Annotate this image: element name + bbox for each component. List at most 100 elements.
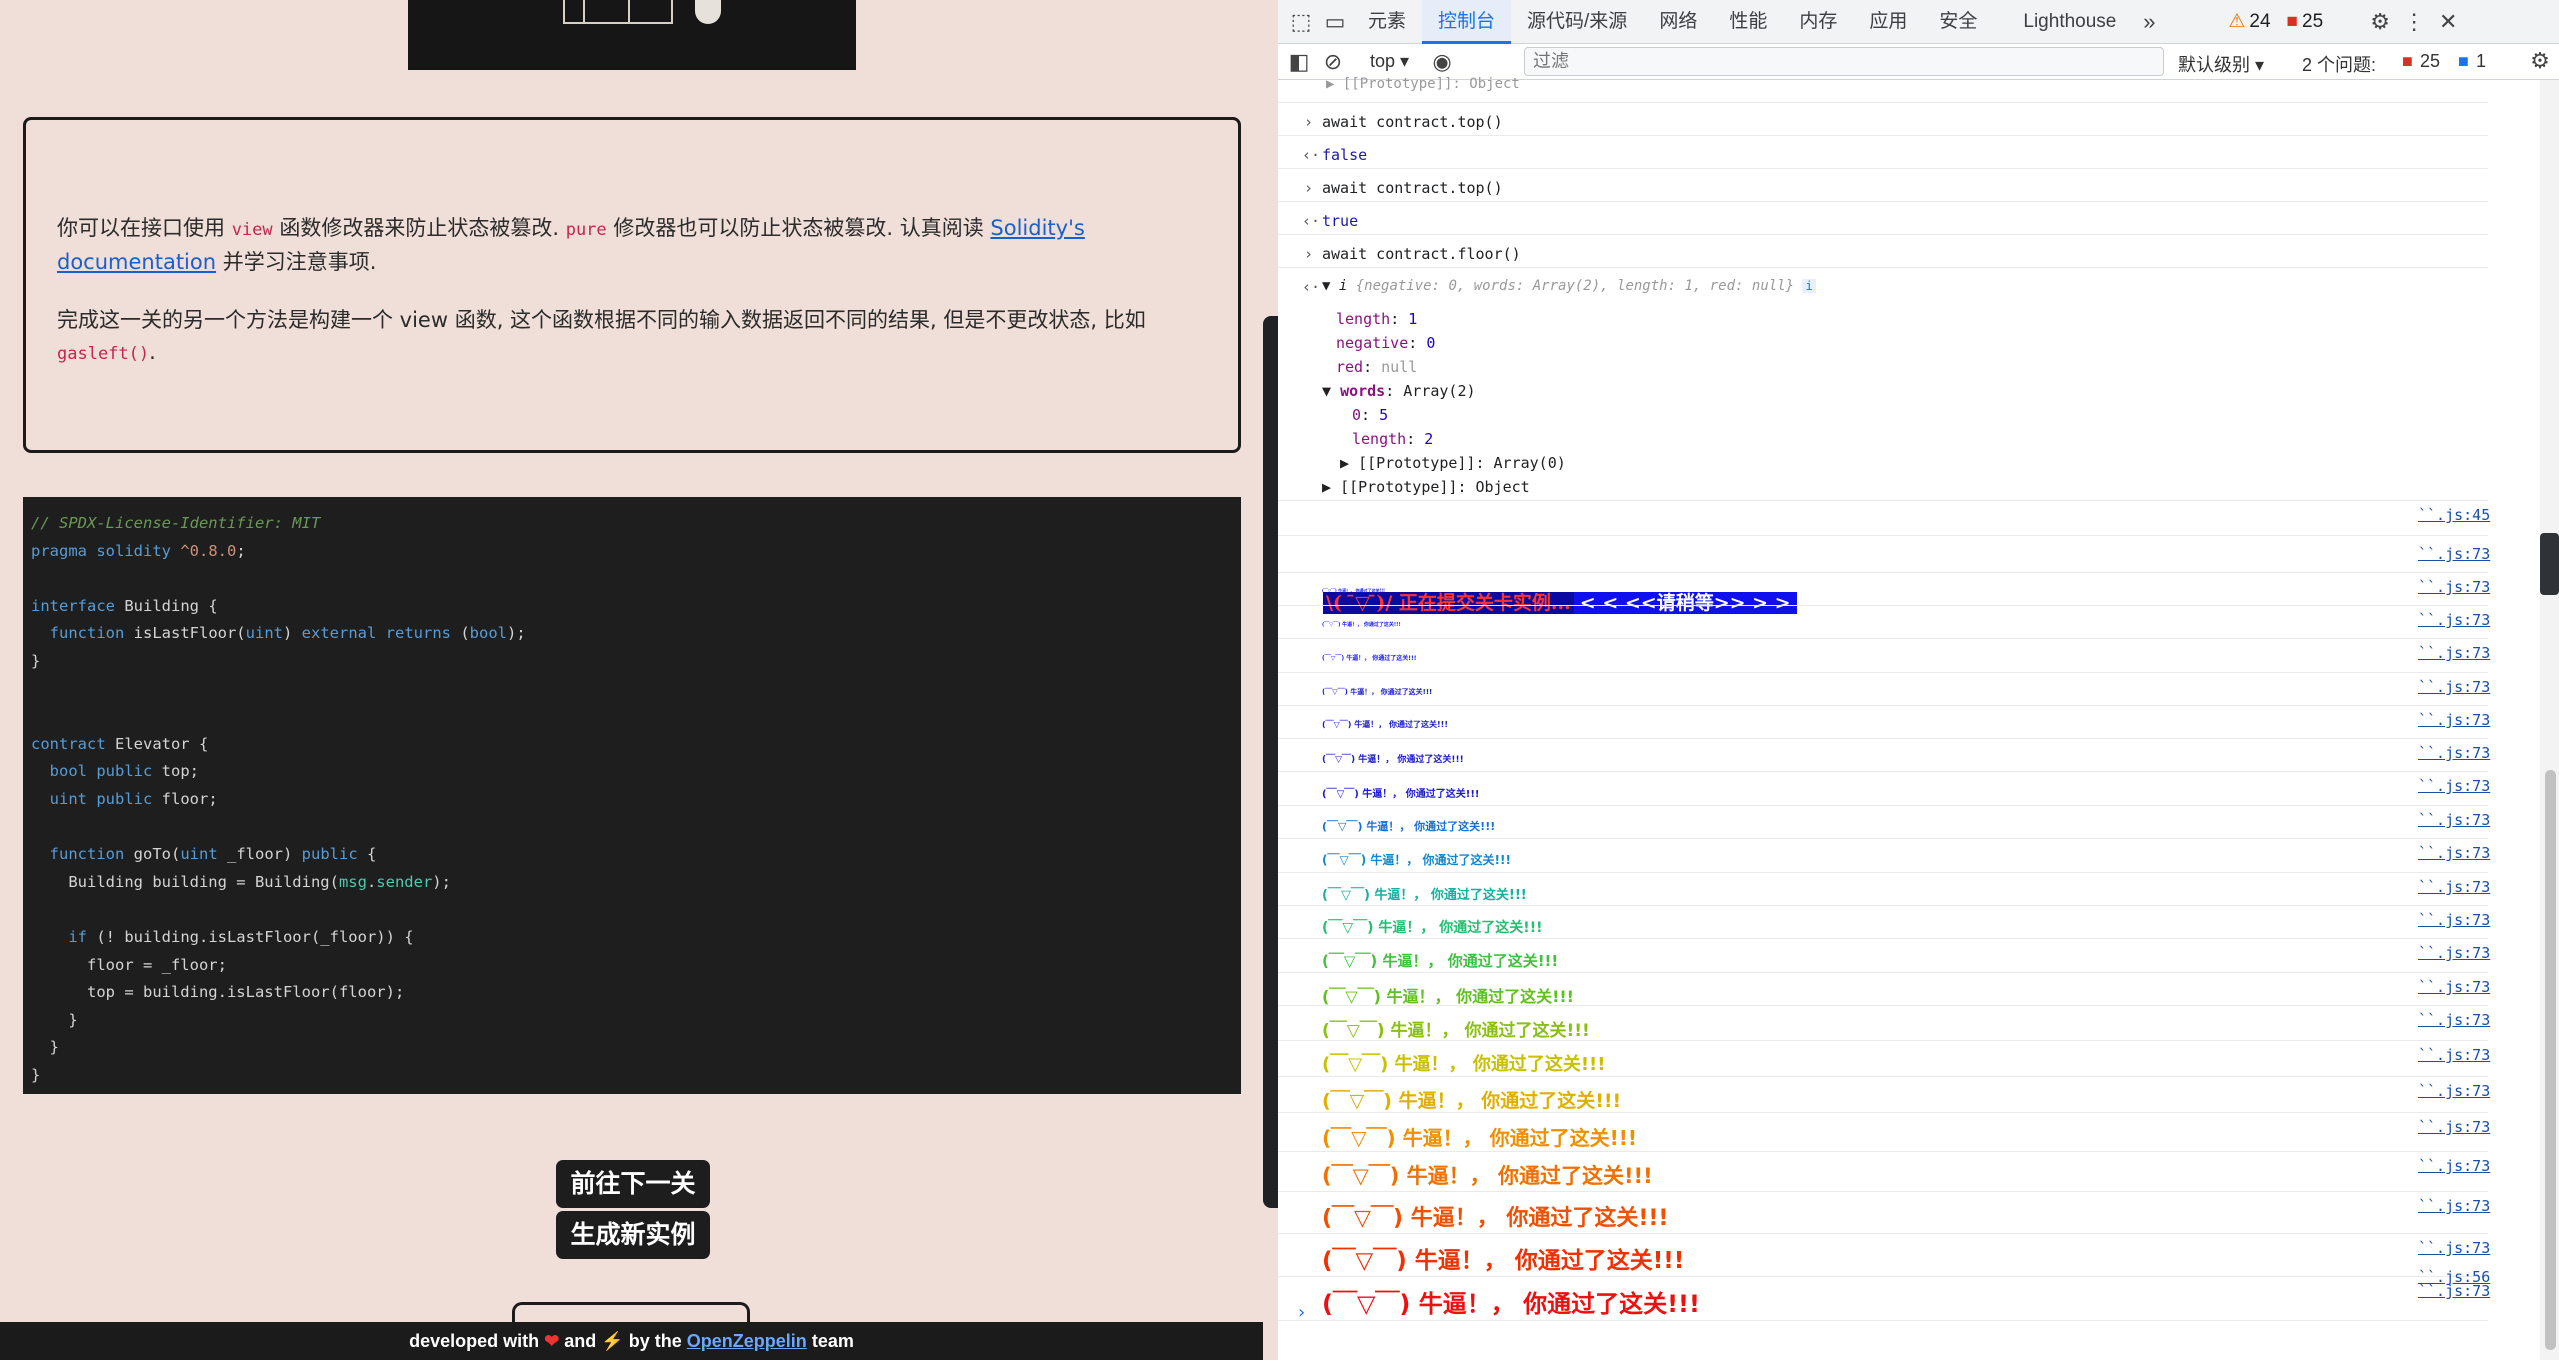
celebration-message: (￣▽￣) 牛逼！， 你通过了这关!!! [1322, 852, 1511, 867]
proto-object-line[interactable]: ▶ [[Prototype]]: Object [1322, 478, 1530, 496]
sidebar-toggle-icon[interactable]: ◧ [1282, 47, 1316, 77]
lightning-icon: ⚡ [601, 1331, 624, 1351]
tab-elements[interactable]: 元素 [1352, 0, 1422, 44]
warning-count[interactable]: 24 [2249, 11, 2270, 33]
celebration-message: (￣▽￣) 牛逼！， 你通过了这关!!! [1322, 755, 1464, 765]
submitting-banner: \( ̄▽ ̄)/ 正在提交关卡实例... < < <<请稍等>> > > [1323, 588, 1797, 618]
source-link[interactable]: ``.js:73 [2418, 1197, 2490, 1215]
proto-object-line[interactable]: ▶ [[Prototype]]: Object [1326, 76, 1520, 92]
inspect-icon[interactable]: ⬚ [1284, 7, 1318, 37]
source-link[interactable]: ``.js:73 [2418, 878, 2490, 896]
kebab-menu-icon[interactable]: ⋮ [2397, 7, 2431, 37]
words-item-0: 0: 5 [1352, 406, 1389, 424]
code-line: function goTo(uint _floor) public { [49, 845, 377, 864]
code-line: uint public floor; [49, 789, 218, 808]
heart-icon: ❤ [544, 1331, 560, 1351]
source-link[interactable]: ``.js:45 [2418, 506, 2490, 524]
close-icon[interactable]: ✕ [2431, 7, 2465, 37]
source-link[interactable]: ``.js:73 [2418, 1118, 2490, 1136]
code-line: floor = _floor; [31, 955, 227, 974]
tab-performance[interactable]: 性能 [1713, 0, 1783, 44]
source-link[interactable]: ``.js:73 [2418, 911, 2490, 929]
settings-gear-icon[interactable]: ⚙ [2363, 7, 2397, 37]
page-scrollbar[interactable] [1263, 316, 1278, 1208]
input-prompt-icon: › [1304, 113, 1314, 131]
celebration-message: (￣▽￣) 牛逼！， 你通过了这关!!! [1322, 888, 1527, 904]
eye-icon[interactable]: ◉ [1425, 47, 1459, 77]
source-link[interactable]: ``.js:73 [2418, 1239, 2490, 1257]
source-link[interactable]: ``.js:56 [2418, 1268, 2490, 1286]
description-paragraph-1: 你可以在接口使用 view 函数修改器来防止状态被篡改. pure 修改器也可以… [57, 216, 1085, 274]
tab-console[interactable]: 控制台 [1422, 0, 1512, 44]
issues-error-icon[interactable]: ■ [2402, 51, 2413, 72]
code-line: // SPDX-License-Identifier: MIT [31, 514, 321, 532]
issues-label[interactable]: 2 个问题: [2302, 51, 2376, 77]
source-link[interactable]: ``.js:73 [2418, 545, 2490, 563]
console-output: ▶ [[Prototype]]: Object › await contract… [1278, 76, 2540, 1360]
openzeppelin-link[interactable]: OpenZeppelin [687, 1331, 807, 1351]
tab-security[interactable]: 安全 [1923, 0, 1993, 44]
object-property: negative: 0 [1336, 334, 1436, 352]
error-icon[interactable]: ■ [2287, 11, 2298, 33]
tab-application[interactable]: 应用 [1853, 0, 1923, 44]
code-line: if (! building.isLastFloor(_floor)) { [68, 927, 414, 946]
celebration-message: (￣▽￣) 牛逼！， 你通过了这关!!! [1322, 655, 1417, 663]
source-link[interactable]: ``.js:73 [2418, 644, 2490, 662]
console-filter-input[interactable] [1524, 47, 2164, 76]
celebration-message: (￣▽￣) 牛逼！， 你通过了这关!!! [1322, 951, 1559, 970]
next-level-button[interactable]: 前往下一关 [556, 1160, 710, 1208]
source-link[interactable]: ``.js:73 [2418, 978, 2490, 996]
new-instance-button[interactable]: 生成新实例 [556, 1211, 710, 1259]
tab-lighthouse[interactable]: Lighthouse [1993, 0, 2132, 44]
source-link[interactable]: ``.js:73 [2418, 944, 2490, 962]
output-return-icon: ‹· [1302, 278, 1321, 296]
level-page: 你可以在接口使用 view 函数修改器来防止状态被篡改. pure 修改器也可以… [0, 0, 1263, 1360]
device-toggle-icon[interactable]: ▭ [1318, 7, 1352, 37]
celebration-message: (￣▽￣) 牛逼！， 你通过了这关!!! [1322, 1020, 1590, 1041]
source-link[interactable]: ``.js:73 [2418, 678, 2490, 696]
issues-info-icon[interactable]: ■ [2458, 51, 2469, 72]
source-link[interactable]: ``.js:73 [2418, 777, 2490, 795]
console-settings-icon[interactable]: ⚙ [2523, 46, 2557, 76]
more-tabs-icon[interactable]: » [2132, 7, 2166, 37]
words-length: length: 2 [1352, 430, 1434, 448]
clear-console-icon[interactable]: ⊘ [1316, 47, 1350, 77]
source-link[interactable]: ``.js:73 [2418, 1011, 2490, 1029]
error-count[interactable]: 25 [2302, 11, 2323, 33]
source-link[interactable]: ``.js:73 [2418, 1157, 2490, 1175]
source-link[interactable]: ``.js:73 [2418, 611, 2490, 629]
devtools-tabbar: ⬚ ▭ 元素 控制台 源代码/来源 网络 性能 内存 应用 安全 Lightho… [1278, 0, 2559, 44]
tab-sources[interactable]: 源代码/来源 [1511, 0, 1643, 44]
source-link[interactable]: ``.js:73 [2418, 1046, 2490, 1064]
issues-error-count[interactable]: 25 [2420, 51, 2440, 72]
log-level-dropdown[interactable]: 默认级别 ▾ [2178, 51, 2264, 77]
output-return-icon: ‹· [1302, 212, 1321, 230]
words-property[interactable]: ▼ words: Array(2) [1322, 382, 1476, 400]
source-link[interactable]: ``.js:73 [2418, 744, 2490, 762]
celebration-message: (￣▽￣) 牛逼！， 你通过了这关!!! [1322, 1054, 1606, 1076]
context-selector[interactable]: top ▾ [1370, 51, 1409, 72]
source-link[interactable]: ``.js:73 [2418, 711, 2490, 729]
issues-info-count[interactable]: 1 [2476, 51, 2486, 72]
code-line: Building building = Building(msg.sender)… [31, 872, 451, 891]
object-summary[interactable]: ▼ i {negative: 0, words: Array(2), lengt… [1322, 278, 1816, 294]
object-property: length: 1 [1336, 310, 1418, 328]
source-link[interactable]: ``.js:73 [2418, 844, 2490, 862]
warning-icon[interactable]: ⚠ [2228, 10, 2245, 33]
tab-network[interactable]: 网络 [1643, 0, 1713, 44]
code-view: view [231, 220, 273, 240]
celebration-message: (￣▽￣) 牛逼！， 你通过了这关!!! [1322, 1125, 1637, 1150]
console-scrollbar[interactable] [2540, 80, 2559, 1360]
source-link[interactable]: ``.js:73 [2418, 811, 2490, 829]
code-line: top = building.isLastFloor(floor); [31, 983, 405, 1002]
source-link[interactable]: ``.js:73 [2418, 578, 2490, 596]
input-prompt-icon: › [1304, 179, 1314, 197]
object-property: red: null [1336, 358, 1418, 376]
console-result: false [1322, 146, 1368, 164]
source-link[interactable]: ``.js:73 [2418, 1082, 2490, 1100]
output-return-icon: ‹· [1302, 146, 1321, 164]
proto-array-line[interactable]: ▶ [[Prototype]]: Array(0) [1340, 454, 1566, 472]
tab-memory[interactable]: 内存 [1783, 0, 1853, 44]
level-description-card: 你可以在接口使用 view 函数修改器来防止状态被篡改. pure 修改器也可以… [23, 117, 1241, 453]
